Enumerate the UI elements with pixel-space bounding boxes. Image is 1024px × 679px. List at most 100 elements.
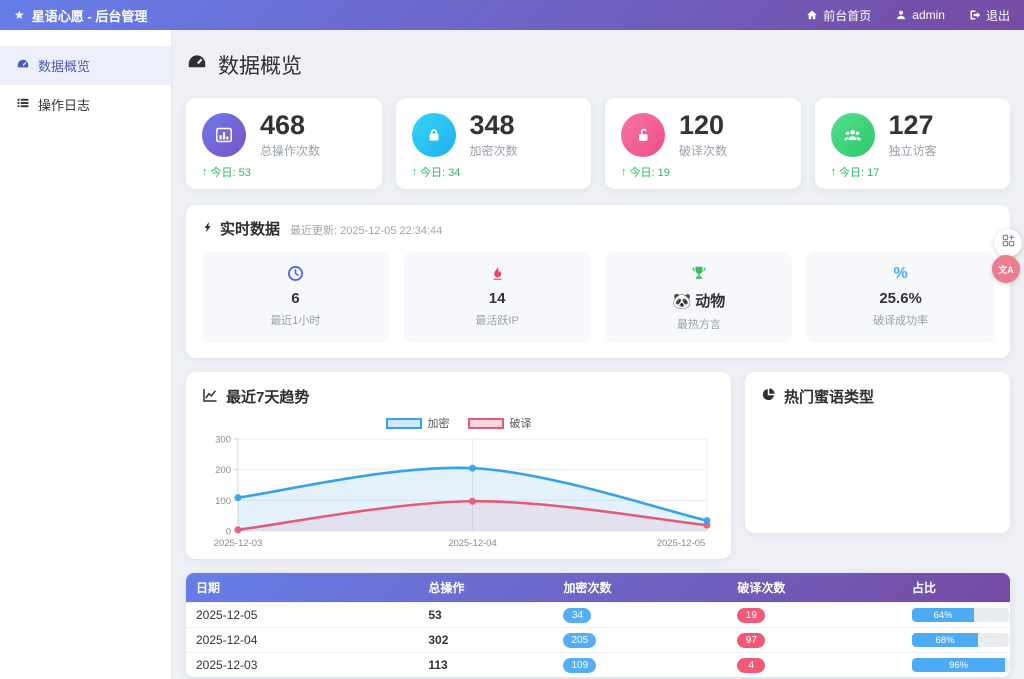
unlock-icon <box>621 113 665 157</box>
cell-total: 53 <box>418 604 553 626</box>
svg-text:2025-12-04: 2025-12-04 <box>448 538 497 549</box>
main-content: 数据概览 468 总操作次数 ↑今日: 53 <box>172 30 1024 679</box>
lock-icon <box>412 113 456 157</box>
trend-chart-panel: 最近7天趋势 加密破译 01002003002025-12-032025-12-… <box>186 372 731 559</box>
home-icon <box>806 9 818 21</box>
decrypt-badge: 4 <box>737 658 765 673</box>
stat-today: ↑今日: 17 <box>831 164 995 180</box>
legend-item[interactable]: 破译 <box>468 415 532 431</box>
decrypt-badge: 19 <box>737 608 765 623</box>
realtime-title: 实时数据 <box>202 218 280 239</box>
list-icon <box>16 96 30 113</box>
legend-swatch <box>468 418 504 429</box>
mini-value: 14 <box>412 290 583 307</box>
realtime-panel: 实时数据 最近更新: 2025-12-05 22:34:44 6 最近1小时 1… <box>186 205 1010 358</box>
stat-card-visitors: 127 独立访客 ↑今日: 17 <box>815 98 1011 189</box>
mini-label: 破译成功率 <box>815 312 986 328</box>
table-header: 日期 总操作 加密次数 破译次数 占比 <box>186 573 1010 602</box>
encrypt-badge: 205 <box>563 633 596 648</box>
mini-label: 最活跃IP <box>412 312 583 328</box>
realtime-updated: 最近更新: 2025-12-05 22:34:44 <box>290 222 442 238</box>
dashboard-gauge-icon <box>186 51 208 79</box>
col-total: 总操作 <box>418 573 553 602</box>
bolt-icon <box>202 220 214 238</box>
trend-chart: 01002003002025-12-032025-12-042025-12-05 <box>202 433 715 551</box>
mini-label: 最近1小时 <box>210 312 381 328</box>
brand-title: 星语心愿 - 后台管理 <box>32 6 148 25</box>
brand: ★ 星语心愿 - 后台管理 <box>14 6 147 25</box>
col-percent: 占比 <box>902 573 1010 602</box>
users-icon <box>831 113 875 157</box>
stat-label: 加密次数 <box>470 142 518 159</box>
cell-date: 2025-12-04 <box>186 629 418 651</box>
sidebar-item-logs[interactable]: 操作日志 <box>0 85 171 124</box>
mini-value: 25.6% <box>815 290 986 307</box>
mini-value: 6 <box>210 290 381 307</box>
cell-total: 113 <box>418 654 553 676</box>
mini-value: 🐼 动物 <box>614 290 785 311</box>
arrow-up-icon: ↑ <box>202 166 208 178</box>
stat-today: ↑今日: 19 <box>621 164 785 180</box>
user-icon <box>895 9 907 21</box>
cell-date: 2025-12-03 <box>186 654 418 676</box>
mini-card-active-ip: 14 最活跃IP <box>404 252 591 343</box>
chart-legend: 加密 破译 <box>202 415 715 431</box>
percent-progressbar: 96% <box>912 658 1009 672</box>
pie-chart-icon <box>761 387 776 406</box>
encrypt-badge: 34 <box>563 608 591 623</box>
hot-title: 热门蜜语类型 <box>761 386 994 407</box>
sign-out-icon <box>969 9 981 21</box>
stat-value: 120 <box>679 111 727 139</box>
trophy-icon <box>614 265 785 283</box>
mini-card-success-rate: % 25.6% 破译成功率 <box>807 252 994 343</box>
legend-item[interactable]: 加密 <box>386 415 450 431</box>
translate-button[interactable]: 文A <box>992 255 1020 283</box>
sidebar: 数据概览 操作日志 <box>0 30 172 679</box>
encrypt-badge: 109 <box>563 658 596 673</box>
percent-progressbar: 68% <box>912 633 1009 647</box>
top-navbar: ★ 星语心愿 - 后台管理 前台首页 admin 退出 <box>0 0 1024 30</box>
clock-icon <box>210 265 381 283</box>
table-row: 2025-12-04 302 205 97 68% <box>186 627 1010 652</box>
svg-text:2025-12-05: 2025-12-05 <box>657 538 706 549</box>
cell-date: 2025-12-05 <box>186 604 418 626</box>
col-encrypt: 加密次数 <box>553 573 727 602</box>
gauge-icon <box>16 57 30 74</box>
nav-frontend-link[interactable]: 前台首页 <box>806 7 871 24</box>
table-row: 2025-12-03 113 109 4 96% <box>186 652 1010 677</box>
stat-value: 468 <box>260 111 320 139</box>
stat-value: 127 <box>889 111 937 139</box>
stat-card-total-ops: 468 总操作次数 ↑今日: 53 <box>186 98 382 189</box>
nav-admin-user[interactable]: admin <box>895 8 945 22</box>
arrow-up-icon: ↑ <box>412 166 418 178</box>
translate-icon: 文A <box>998 263 1014 276</box>
widget-grid-button[interactable] <box>994 229 1022 257</box>
navbar-links: 前台首页 admin 退出 <box>806 7 1010 24</box>
stats-row: 468 总操作次数 ↑今日: 53 348 加密次数 ↑今日: 34 <box>186 98 1010 189</box>
svg-text:0: 0 <box>226 527 231 538</box>
percent-icon: % <box>894 265 908 283</box>
svg-text:100: 100 <box>215 496 231 507</box>
arrow-up-icon: ↑ <box>831 166 837 178</box>
svg-text:200: 200 <box>215 466 231 477</box>
fire-icon <box>412 265 583 283</box>
star-icon: ★ <box>14 9 25 21</box>
nav-logout-link[interactable]: 退出 <box>969 7 1010 24</box>
table-row: 2025-12-05 53 34 19 64% <box>186 602 1010 627</box>
percent-progressbar: 64% <box>912 608 1009 622</box>
mini-label: 最热方言 <box>614 316 785 332</box>
stat-card-encrypt: 348 加密次数 ↑今日: 34 <box>396 98 592 189</box>
stat-label: 破译次数 <box>679 142 727 159</box>
sidebar-item-overview[interactable]: 数据概览 <box>0 46 171 85</box>
stat-label: 总操作次数 <box>260 142 320 159</box>
hot-types-panel: 热门蜜语类型 <box>745 372 1010 533</box>
stat-label: 独立访客 <box>889 142 937 159</box>
trend-title: 最近7天趋势 <box>202 386 715 407</box>
stat-today: ↑今日: 53 <box>202 164 366 180</box>
chart-line-icon <box>202 387 218 407</box>
col-date: 日期 <box>186 573 418 602</box>
page-title: 数据概览 <box>186 50 1010 80</box>
bar-chart-icon <box>202 113 246 157</box>
col-decrypt: 破译次数 <box>727 573 902 602</box>
svg-text:300: 300 <box>215 435 231 446</box>
